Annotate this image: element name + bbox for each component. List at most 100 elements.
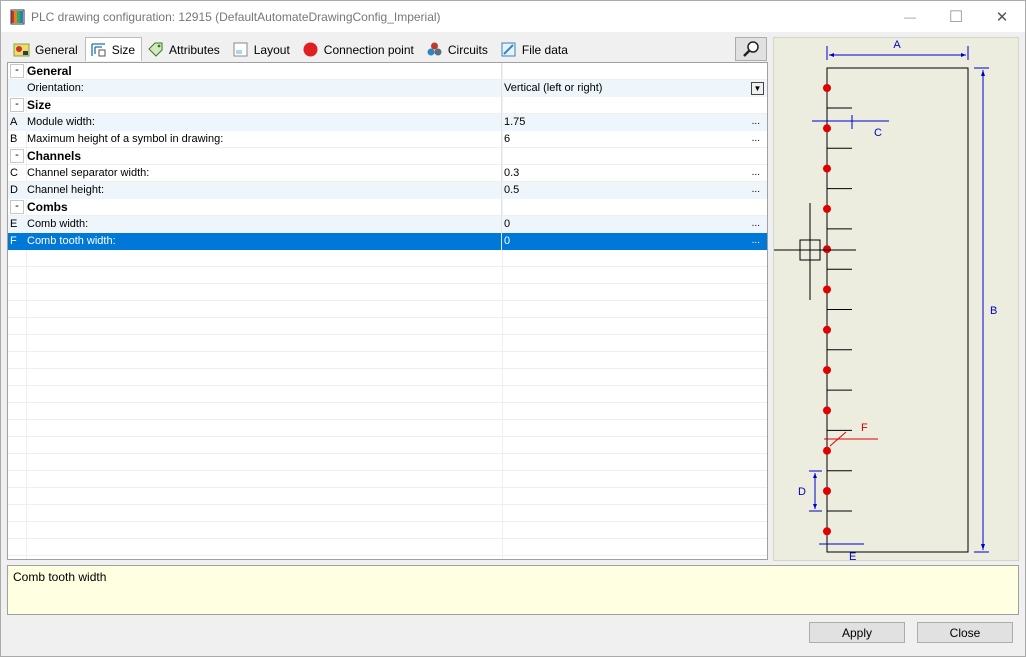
ellipsis-button[interactable]: ...: [752, 130, 760, 147]
comb-teeth: [823, 68, 852, 552]
close-button[interactable]: Close: [917, 622, 1013, 643]
property-value-cell[interactable]: 6...: [502, 131, 767, 148]
property-value-cell[interactable]: 0.5...: [502, 182, 767, 199]
label-f: F: [861, 422, 868, 434]
tab-circuits[interactable]: Circuits: [421, 37, 495, 61]
property-name: Channel separator width:: [26, 165, 502, 182]
circuits-icon: [427, 42, 442, 56]
grid-line: [8, 301, 767, 318]
property-value-cell[interactable]: Vertical (left or right) ▼: [502, 80, 767, 97]
preview-drawing: A B C D E F: [774, 39, 997, 563]
collapse-icon: -: [10, 98, 24, 112]
group-row[interactable]: - General: [8, 63, 767, 80]
tab-file-data[interactable]: File data: [495, 37, 575, 61]
collapse-toggle[interactable]: -: [8, 199, 26, 216]
dimension-d: D: [798, 470, 822, 512]
apply-button[interactable]: Apply: [809, 622, 905, 643]
property-name: Comb width:: [26, 216, 502, 233]
collapse-toggle[interactable]: -: [8, 97, 26, 114]
tab-size[interactable]: Size: [84, 37, 143, 61]
label-d: D: [798, 486, 806, 498]
property-value-cell[interactable]: 0.3...: [502, 165, 767, 182]
layout-icon: [233, 42, 248, 57]
grid-line: [8, 420, 767, 437]
property-value-cell[interactable]: 1.75...: [502, 114, 767, 131]
tab-general[interactable]: General: [8, 37, 85, 61]
collapse-icon: -: [10, 149, 24, 163]
property-key: D: [10, 184, 18, 196]
dimension-b: B: [974, 67, 997, 553]
property-value: 1.75: [504, 116, 526, 128]
property-value: Vertical (left or right): [504, 82, 603, 94]
property-row[interactable]: A Module width: 1.75...: [8, 114, 767, 131]
property-value: 0: [504, 235, 511, 247]
property-value-cell[interactable]: 0...: [502, 233, 767, 250]
close-icon: ✕: [995, 8, 1009, 26]
dimension-e: E: [819, 543, 864, 563]
property-value-cell[interactable]: 0...: [502, 216, 767, 233]
grid-line: [8, 556, 767, 559]
grid-line: [8, 437, 767, 454]
group-label: Channels: [26, 148, 502, 165]
ellipsis-button[interactable]: ...: [752, 181, 760, 198]
property-row[interactable]: E Comb width: 0...: [8, 216, 767, 233]
crosshair-cursor: [774, 203, 856, 300]
ellipsis-button[interactable]: ...: [752, 215, 760, 232]
grid-line: [8, 386, 767, 403]
property-row[interactable]: D Channel height: 0.5...: [8, 182, 767, 199]
property-row[interactable]: C Channel separator width: 0.3...: [8, 165, 767, 182]
connection-point: [823, 325, 831, 334]
property-value-cell: [502, 63, 767, 80]
connection-point: [823, 245, 831, 254]
dropdown-arrow-icon[interactable]: ▼: [751, 82, 764, 95]
zoom-button[interactable]: [735, 37, 767, 61]
property-key: C: [10, 167, 18, 179]
grid-line: [8, 250, 767, 267]
connection-point: [823, 285, 831, 294]
grid-line: [8, 369, 767, 386]
property-key: [8, 80, 26, 97]
maximize-icon: ☐: [948, 8, 964, 26]
grid-line: [8, 471, 767, 488]
attributes-icon: [148, 42, 163, 57]
tab-label: Size: [111, 42, 136, 57]
property-name: Channel height:: [26, 182, 502, 199]
group-row[interactable]: - Size: [8, 97, 767, 114]
grid-line: [8, 284, 767, 301]
group-row[interactable]: - Channels: [8, 148, 767, 165]
property-value-cell: [502, 199, 767, 216]
label-b: B: [990, 305, 997, 317]
property-key: B: [10, 133, 18, 145]
size-preview-diagram: A B C D E F: [773, 37, 1019, 563]
property-name: Module width:: [26, 114, 502, 131]
group-row[interactable]: - Combs: [8, 199, 767, 216]
tab-label: Circuits: [447, 42, 488, 57]
app-icon: [10, 9, 25, 25]
collapse-toggle[interactable]: -: [8, 63, 26, 80]
general-icon: [13, 43, 30, 57]
minimize-icon: —: [904, 9, 916, 24]
grid-line: [8, 505, 767, 522]
property-row[interactable]: Orientation: Vertical (left or right) ▼: [8, 80, 767, 97]
property-value: 0: [504, 218, 511, 230]
tab-connection-point[interactable]: Connection point: [297, 37, 421, 61]
property-description: Comb tooth width: [7, 565, 1019, 615]
minimize-button[interactable]: —: [887, 1, 933, 32]
tab-label: Attributes: [169, 42, 220, 57]
grid-line: [8, 403, 767, 420]
property-key: F: [10, 235, 17, 247]
tab-bar: General Size Attributes Layout Connectio…: [8, 37, 575, 61]
ellipsis-button[interactable]: ...: [752, 232, 760, 249]
property-name: Orientation:: [26, 80, 502, 97]
ellipsis-button[interactable]: ...: [752, 164, 760, 181]
maximize-button[interactable]: ☐: [933, 1, 979, 32]
connection-point: [823, 406, 831, 415]
ellipsis-button[interactable]: ...: [752, 113, 760, 130]
property-row[interactable]: F Comb tooth width: 0...: [8, 233, 767, 250]
property-row[interactable]: B Maximum height of a symbol in drawing: 6…: [8, 131, 767, 148]
dimension-a: A: [826, 39, 969, 60]
close-window-button[interactable]: ✕: [979, 1, 1025, 32]
tab-attributes[interactable]: Attributes: [142, 37, 227, 61]
collapse-toggle[interactable]: -: [8, 148, 26, 165]
tab-layout[interactable]: Layout: [227, 37, 297, 61]
